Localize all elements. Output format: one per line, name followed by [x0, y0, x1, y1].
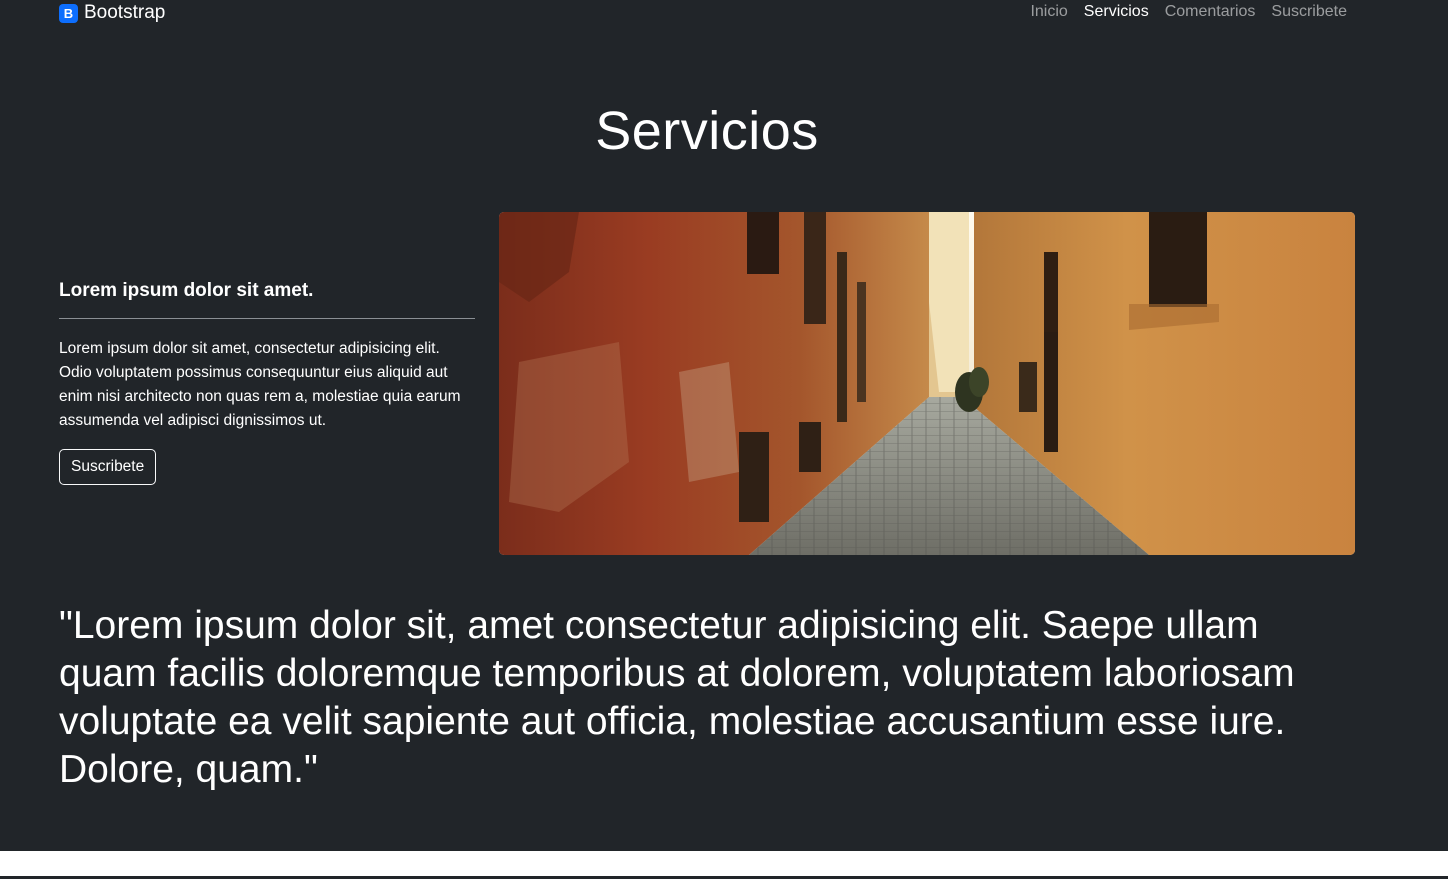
- alley-photo: [499, 212, 1355, 555]
- feature-heading: Lorem ipsum dolor sit amet.: [59, 280, 314, 301]
- nav-link-suscribete[interactable]: Suscribete: [1271, 3, 1347, 21]
- brand-link[interactable]: B Bootstrap: [59, 2, 165, 24]
- section-title: Servicios: [595, 101, 819, 161]
- nav-link-inicio[interactable]: Inicio: [1030, 3, 1067, 21]
- feature-divider: [59, 318, 475, 319]
- feature-column: Lorem ipsum dolor sit amet. Lorem ipsum …: [59, 280, 475, 485]
- subscribe-button[interactable]: Suscribete: [59, 449, 157, 485]
- nav-link-comentarios[interactable]: Comentarios: [1165, 3, 1256, 21]
- nav-link-servicios[interactable]: Servicios: [1084, 3, 1149, 21]
- page-background: B Bootstrap Inicio Servicios Comentarios…: [0, 0, 1448, 851]
- feature-text: Lorem ipsum dolor sit amet, consectetur …: [59, 340, 461, 429]
- quote-text: "Lorem ipsum dolor sit, amet consectetur…: [59, 604, 1295, 791]
- bootstrap-logo-icon: B: [59, 3, 78, 23]
- navbar: B Bootstrap Inicio Servicios Comentarios…: [0, 0, 1448, 26]
- alley-photo-illustration: [499, 212, 1355, 555]
- brand-name: Bootstrap: [84, 2, 166, 23]
- nav-links: Inicio Servicios Comentarios Suscribete: [1030, 3, 1347, 21]
